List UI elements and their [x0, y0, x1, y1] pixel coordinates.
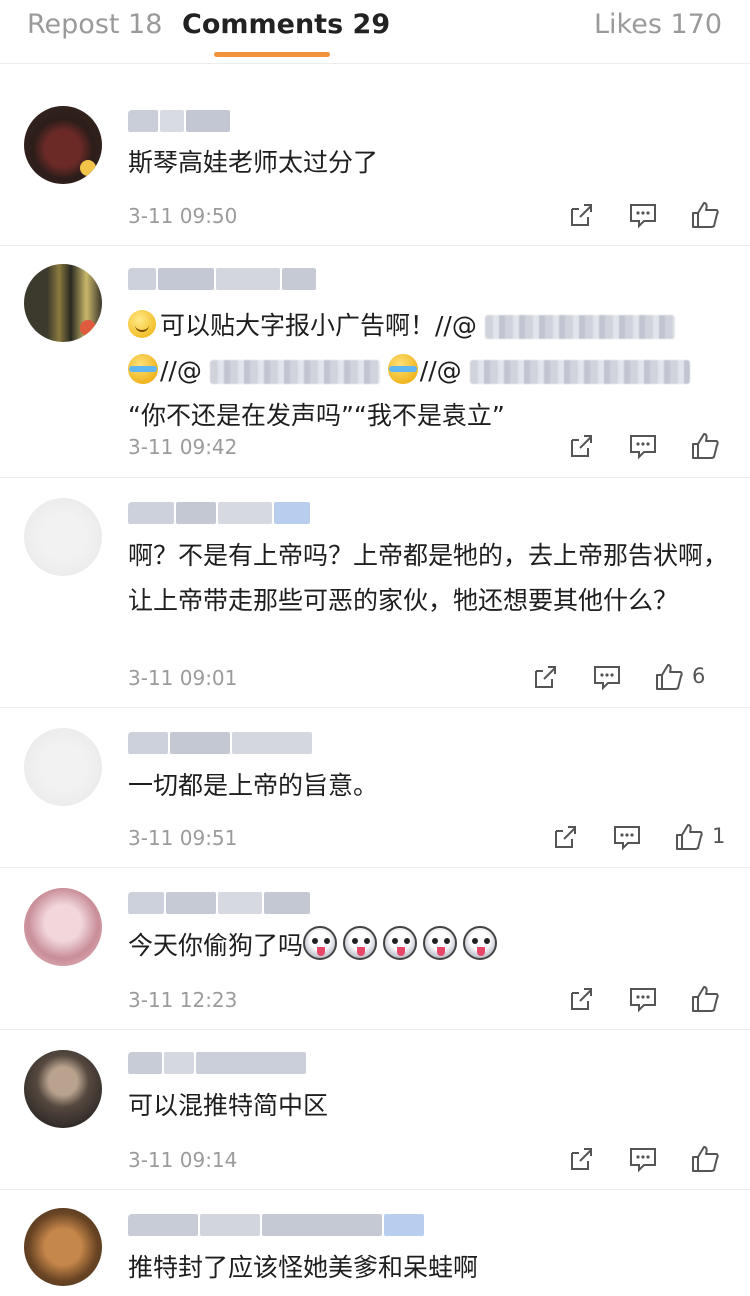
avatar[interactable]	[24, 728, 102, 806]
laugh-cry-emoji-icon	[387, 354, 418, 384]
comment-text: 今天你偷狗了吗	[128, 931, 304, 960]
mention-blurred[interactable]	[209, 360, 380, 384]
like-count: 6	[692, 664, 706, 688]
like-icon[interactable]	[674, 822, 704, 852]
comment-icon[interactable]	[628, 200, 658, 230]
repost-icon[interactable]	[566, 200, 596, 230]
comment-icon[interactable]	[612, 822, 642, 852]
avatar[interactable]	[24, 888, 102, 966]
comment-item: 可以混推特简中区 3-11 09:14	[0, 1030, 750, 1190]
like-icon[interactable]	[690, 1144, 720, 1174]
like-icon[interactable]	[654, 662, 684, 692]
comment-actions: 6	[530, 662, 726, 696]
comment-item: 可以贴大字报小广告啊！//@ //@ //@ “你不还是在发声吗”“我不是袁立”…	[0, 246, 750, 478]
username-blurred[interactable]	[128, 502, 312, 526]
repost-icon[interactable]	[530, 662, 560, 692]
comment-item: 今天你偷狗了吗 3-11 12:23	[0, 868, 750, 1030]
comment-item: 啊？不是有上帝吗？上帝都是牠的，去上帝那告状啊，让上帝带走那些可恶的家伙，牠还想…	[0, 478, 750, 708]
comment-text: 一切都是上帝的旨意。	[128, 771, 379, 800]
smile-emoji-icon	[128, 310, 156, 338]
dog-emoji-icon	[463, 926, 498, 960]
comment-item: 推特封了应该怪她美爹和呆蛙啊	[0, 1190, 750, 1296]
tab-likes[interactable]: Likes 170	[594, 9, 722, 40]
comment-body: 可以贴大字报小广告啊！//@ //@ //@ “你不还是在发声吗”“我不是袁立”	[128, 303, 728, 438]
comment-time: 3-11 12:23	[128, 988, 238, 1012]
comment-actions	[566, 984, 726, 1018]
laugh-cry-emoji-icon	[128, 354, 158, 384]
tab-repost[interactable]: Repost 18	[27, 9, 162, 40]
repost-icon[interactable]	[566, 431, 596, 461]
comment-time: 3-11 09:01	[128, 666, 238, 690]
comment-icon[interactable]	[628, 1144, 658, 1174]
comment-actions	[566, 1144, 726, 1178]
comment-body: 今天你偷狗了吗	[128, 923, 728, 968]
comment-text-line1: 可以贴大字报小广告啊！//@	[160, 311, 477, 340]
tab-comments[interactable]: Comments 29	[182, 9, 390, 40]
comment-item: 斯琴高娃老师太过分了 3-11 09:50	[0, 86, 750, 246]
comment-text: 可以混推特简中区	[128, 1091, 329, 1120]
comment-time: 3-11 09:14	[128, 1148, 238, 1172]
dog-emoji-icon	[343, 926, 378, 960]
avatar[interactable]	[24, 264, 102, 342]
username-blurred[interactable]	[128, 110, 232, 134]
repost-icon[interactable]	[566, 984, 596, 1014]
comment-actions	[566, 200, 726, 234]
username-blurred[interactable]	[128, 892, 312, 916]
repost-separator: //@	[160, 356, 202, 385]
comment-time: 3-11 09:51	[128, 826, 238, 850]
mention-blurred[interactable]	[469, 360, 690, 384]
active-tab-indicator	[214, 52, 330, 57]
comment-icon[interactable]	[592, 662, 622, 692]
comment-time: 3-11 09:42	[128, 435, 238, 459]
avatar[interactable]	[24, 106, 102, 184]
repost-icon[interactable]	[566, 1144, 596, 1174]
comment-text: 啊？不是有上帝吗？上帝都是牠的，去上帝那告状啊，让上帝带走那些可恶的家伙，牠还想…	[128, 541, 729, 615]
like-icon[interactable]	[690, 431, 720, 461]
username-blurred[interactable]	[128, 1214, 426, 1238]
comment-icon[interactable]	[628, 984, 658, 1014]
dog-emoji-icon	[383, 926, 418, 960]
comment-actions	[566, 431, 726, 465]
avatar[interactable]	[24, 1208, 102, 1286]
mention-blurred[interactable]	[484, 315, 675, 339]
comment-actions: 1	[550, 822, 726, 856]
repost-separator: //@	[419, 356, 462, 385]
avatar[interactable]	[24, 1050, 102, 1128]
comment-text: 斯琴高娃老师太过分了	[128, 148, 379, 177]
comment-time: 3-11 09:50	[128, 204, 238, 228]
dog-emoji-icon	[303, 926, 338, 960]
repost-icon[interactable]	[550, 822, 580, 852]
username-blurred[interactable]	[128, 732, 314, 756]
username-blurred[interactable]	[128, 268, 318, 292]
like-icon[interactable]	[690, 200, 720, 230]
like-count: 1	[712, 824, 726, 848]
comment-icon[interactable]	[628, 431, 658, 461]
comment-text: 推特封了应该怪她美爹和呆蛙啊	[128, 1253, 479, 1282]
like-icon[interactable]	[690, 984, 720, 1014]
comment-item: 一切都是上帝的旨意。 3-11 09:51 1	[0, 708, 750, 868]
avatar[interactable]	[24, 498, 102, 576]
comment-tabs-bar: Repost 18 Comments 29 Likes 170	[0, 0, 750, 64]
dog-emoji-icon	[423, 926, 458, 960]
username-blurred[interactable]	[128, 1052, 308, 1076]
